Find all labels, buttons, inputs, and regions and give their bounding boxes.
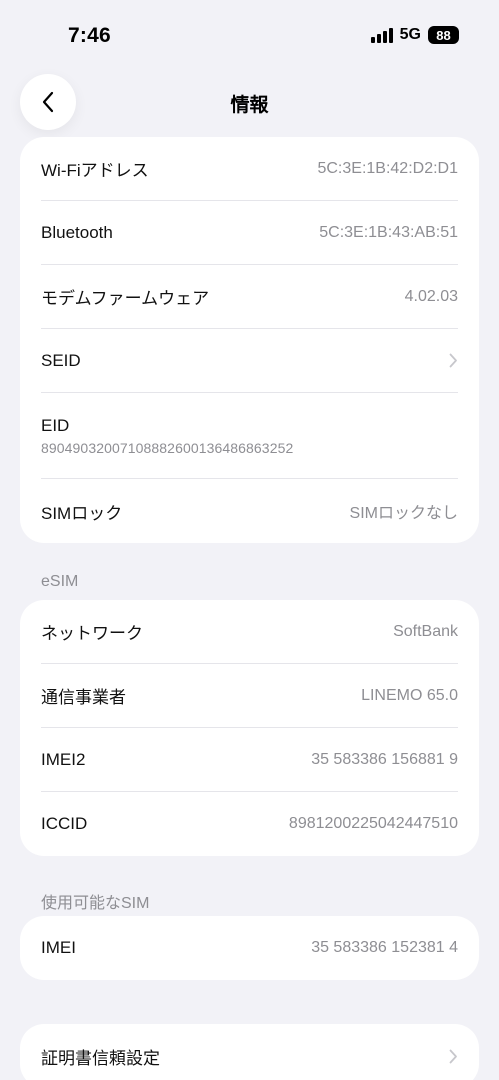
page-title: 情報	[230, 95, 269, 116]
bluetooth-row: Bluetooth 5C:3E:1B:43:AB:51	[41, 201, 458, 265]
eid-value: 89049032007108882600136486863252	[41, 439, 294, 456]
row-label: ICCID	[41, 814, 88, 833]
sim-lock-row: SIMロック SIMロックなし	[41, 479, 458, 543]
carrier-row: 通信事業者 LINEMO 65.0	[41, 664, 458, 728]
status-bar: 7:46 5G 88	[0, 0, 499, 64]
about-screen: 7:46 5G 88 情報 Wi-Fiアドレス 5C:3E:1B:42:D2:D…	[0, 0, 499, 1080]
row-value: 35 583386 152381 4	[311, 939, 458, 956]
esim-section-header: eSIM	[41, 573, 79, 590]
imei-row: IMEI 35 583386 152381 4	[41, 916, 458, 980]
row-label: 証明書信頼設定	[41, 1048, 160, 1068]
eid-row: EID 89049032007108882600136486863252	[41, 393, 458, 479]
battery-icon: 88	[428, 26, 459, 44]
row-label: SEID	[41, 350, 81, 370]
row-label: 通信事業者	[41, 688, 126, 707]
imei2-row: IMEI2 35 583386 156881 9	[41, 728, 458, 792]
esim-card: ネットワーク SoftBank 通信事業者 LINEMO 65.0 IMEI2 …	[20, 600, 479, 856]
navigation-bar: 情報	[0, 74, 499, 132]
row-label: ネットワーク	[41, 624, 143, 643]
status-time: 7:46	[68, 24, 111, 47]
signal-icon	[370, 27, 393, 43]
row-label: SIMロック	[41, 503, 123, 523]
network-type: 5G	[399, 26, 421, 43]
row-label: IMEI	[41, 938, 76, 957]
network-row: ネットワーク SoftBank	[41, 600, 458, 664]
chevron-right-icon	[449, 353, 458, 368]
row-value: SoftBank	[393, 622, 458, 640]
certificate-card: 証明書信頼設定	[20, 1024, 479, 1080]
available-sim-card: IMEI 35 583386 152381 4	[20, 916, 479, 980]
iccid-row: ICCID 8981200225042447510	[41, 792, 458, 856]
wifi-address-row: Wi-Fiアドレス 5C:3E:1B:42:D2:D1	[41, 137, 458, 201]
row-value: 5C:3E:1B:43:AB:51	[319, 223, 458, 241]
row-value: 5C:3E:1B:42:D2:D1	[317, 159, 458, 177]
row-label: Wi-Fiアドレス	[41, 161, 149, 180]
row-label: Bluetooth	[41, 222, 113, 242]
row-value: 8981200225042447510	[288, 815, 458, 832]
row-value: 4.02.03	[404, 287, 458, 305]
status-indicators: 5G 88	[370, 26, 459, 44]
available-sim-section-header: 使用可能なSIM	[41, 895, 150, 912]
certificate-trust-row[interactable]: 証明書信頼設定	[41, 1024, 458, 1080]
seid-row[interactable]: SEID	[41, 329, 458, 393]
row-label: IMEI2	[41, 749, 86, 769]
row-label: EID	[41, 415, 70, 435]
modem-firmware-row: モデムファームウェア 4.02.03	[41, 265, 458, 329]
row-value: SIMロックなし	[349, 505, 458, 522]
row-label: モデムファームウェア	[41, 289, 210, 308]
device-info-card: Wi-Fiアドレス 5C:3E:1B:42:D2:D1 Bluetooth 5C…	[20, 137, 479, 543]
row-value: LINEMO 65.0	[361, 686, 458, 704]
chevron-right-icon	[449, 1049, 458, 1064]
row-value: 35 583386 156881 9	[311, 750, 458, 768]
